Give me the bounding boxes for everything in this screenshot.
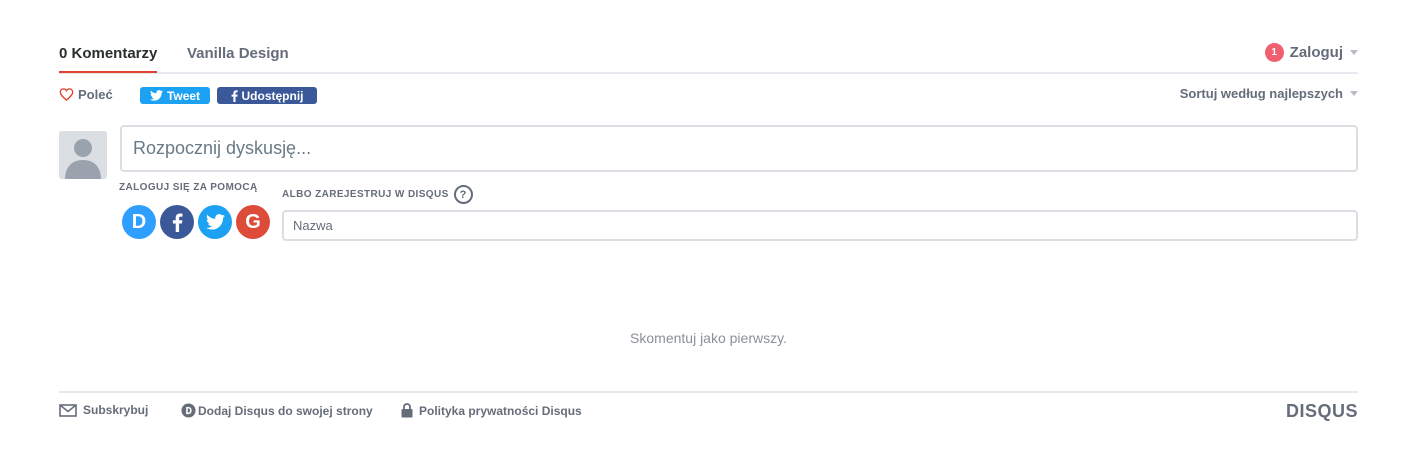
disqus-thread: 0 Komentarzy Vanilla Design 1 Zaloguj Po… bbox=[59, 0, 1358, 464]
facebook-icon bbox=[172, 213, 182, 232]
notification-badge: 1 bbox=[1264, 43, 1284, 62]
tab-comments[interactable]: 0 Komentarzy bbox=[59, 45, 158, 73]
recommend-button[interactable]: Poleć bbox=[59, 87, 113, 102]
social-login-buttons: D G bbox=[122, 205, 270, 239]
name-field[interactable] bbox=[282, 210, 1358, 241]
privacy-label: Polityka prywatności Disqus bbox=[419, 403, 582, 418]
thread-actions: Poleć Tweet Udostępnij Sortuj według naj… bbox=[59, 86, 1358, 106]
register-label: ALBO ZAREJESTRUJ W DISQUS bbox=[282, 189, 449, 200]
lock-icon bbox=[401, 403, 413, 418]
comment-composer[interactable] bbox=[120, 125, 1358, 172]
tweet-button[interactable]: Tweet bbox=[140, 87, 210, 104]
default-avatar-icon bbox=[59, 131, 107, 179]
share-label: Udostępnij bbox=[241, 88, 304, 103]
google-login-button[interactable]: G bbox=[236, 205, 270, 239]
login-label: Zaloguj bbox=[1289, 44, 1343, 61]
facebook-f-icon bbox=[231, 89, 238, 102]
empty-thread-message: Skomentuj jako pierwszy. bbox=[630, 330, 787, 346]
facebook-login-button[interactable] bbox=[160, 205, 194, 239]
twitter-bird-icon bbox=[149, 90, 163, 101]
sort-label: Sortuj według najlepszych bbox=[1179, 86, 1343, 101]
login-menu[interactable]: 1 Zaloguj bbox=[1264, 43, 1358, 62]
question-icon[interactable]: ? bbox=[453, 185, 473, 204]
subscribe-link[interactable]: Subskrybuj bbox=[59, 403, 148, 417]
login-with-label: ZALOGUJ SIĘ ZA POMOCĄ bbox=[119, 182, 258, 193]
register-row: ALBO ZAREJESTRUJ W DISQUS ? bbox=[282, 185, 473, 204]
disqus-logo[interactable]: DISQUS bbox=[1286, 401, 1358, 422]
envelope-icon bbox=[59, 403, 77, 417]
google-icon: G bbox=[245, 210, 261, 233]
thread-footer: Subskrybuj Dodaj Disqus do swojej strony… bbox=[59, 391, 1358, 425]
thread-nav: 0 Komentarzy Vanilla Design 1 Zaloguj bbox=[59, 36, 1358, 74]
add-disqus-link[interactable]: Dodaj Disqus do swojej strony bbox=[181, 403, 373, 418]
avatar bbox=[59, 131, 107, 179]
disqus-d-icon bbox=[181, 403, 196, 418]
disqus-icon: D bbox=[131, 210, 147, 233]
sort-dropdown[interactable]: Sortuj według najlepszych bbox=[1180, 86, 1358, 101]
facebook-share-button[interactable]: Udostępnij bbox=[217, 87, 317, 104]
caret-down-icon bbox=[1350, 91, 1358, 96]
add-disqus-label: Dodaj Disqus do swojej strony bbox=[198, 403, 373, 418]
recommend-label: Poleć bbox=[78, 87, 113, 102]
tweet-label: Tweet bbox=[166, 88, 201, 103]
heart-icon bbox=[59, 88, 74, 101]
twitter-login-button[interactable] bbox=[198, 205, 232, 239]
privacy-link[interactable]: Polityka prywatności Disqus bbox=[401, 403, 582, 418]
caret-down-icon bbox=[1350, 50, 1358, 55]
subscribe-label: Subskrybuj bbox=[83, 403, 149, 417]
tab-community[interactable]: Vanilla Design bbox=[187, 45, 289, 62]
twitter-icon bbox=[205, 214, 225, 230]
disqus-login-button[interactable]: D bbox=[122, 205, 156, 239]
